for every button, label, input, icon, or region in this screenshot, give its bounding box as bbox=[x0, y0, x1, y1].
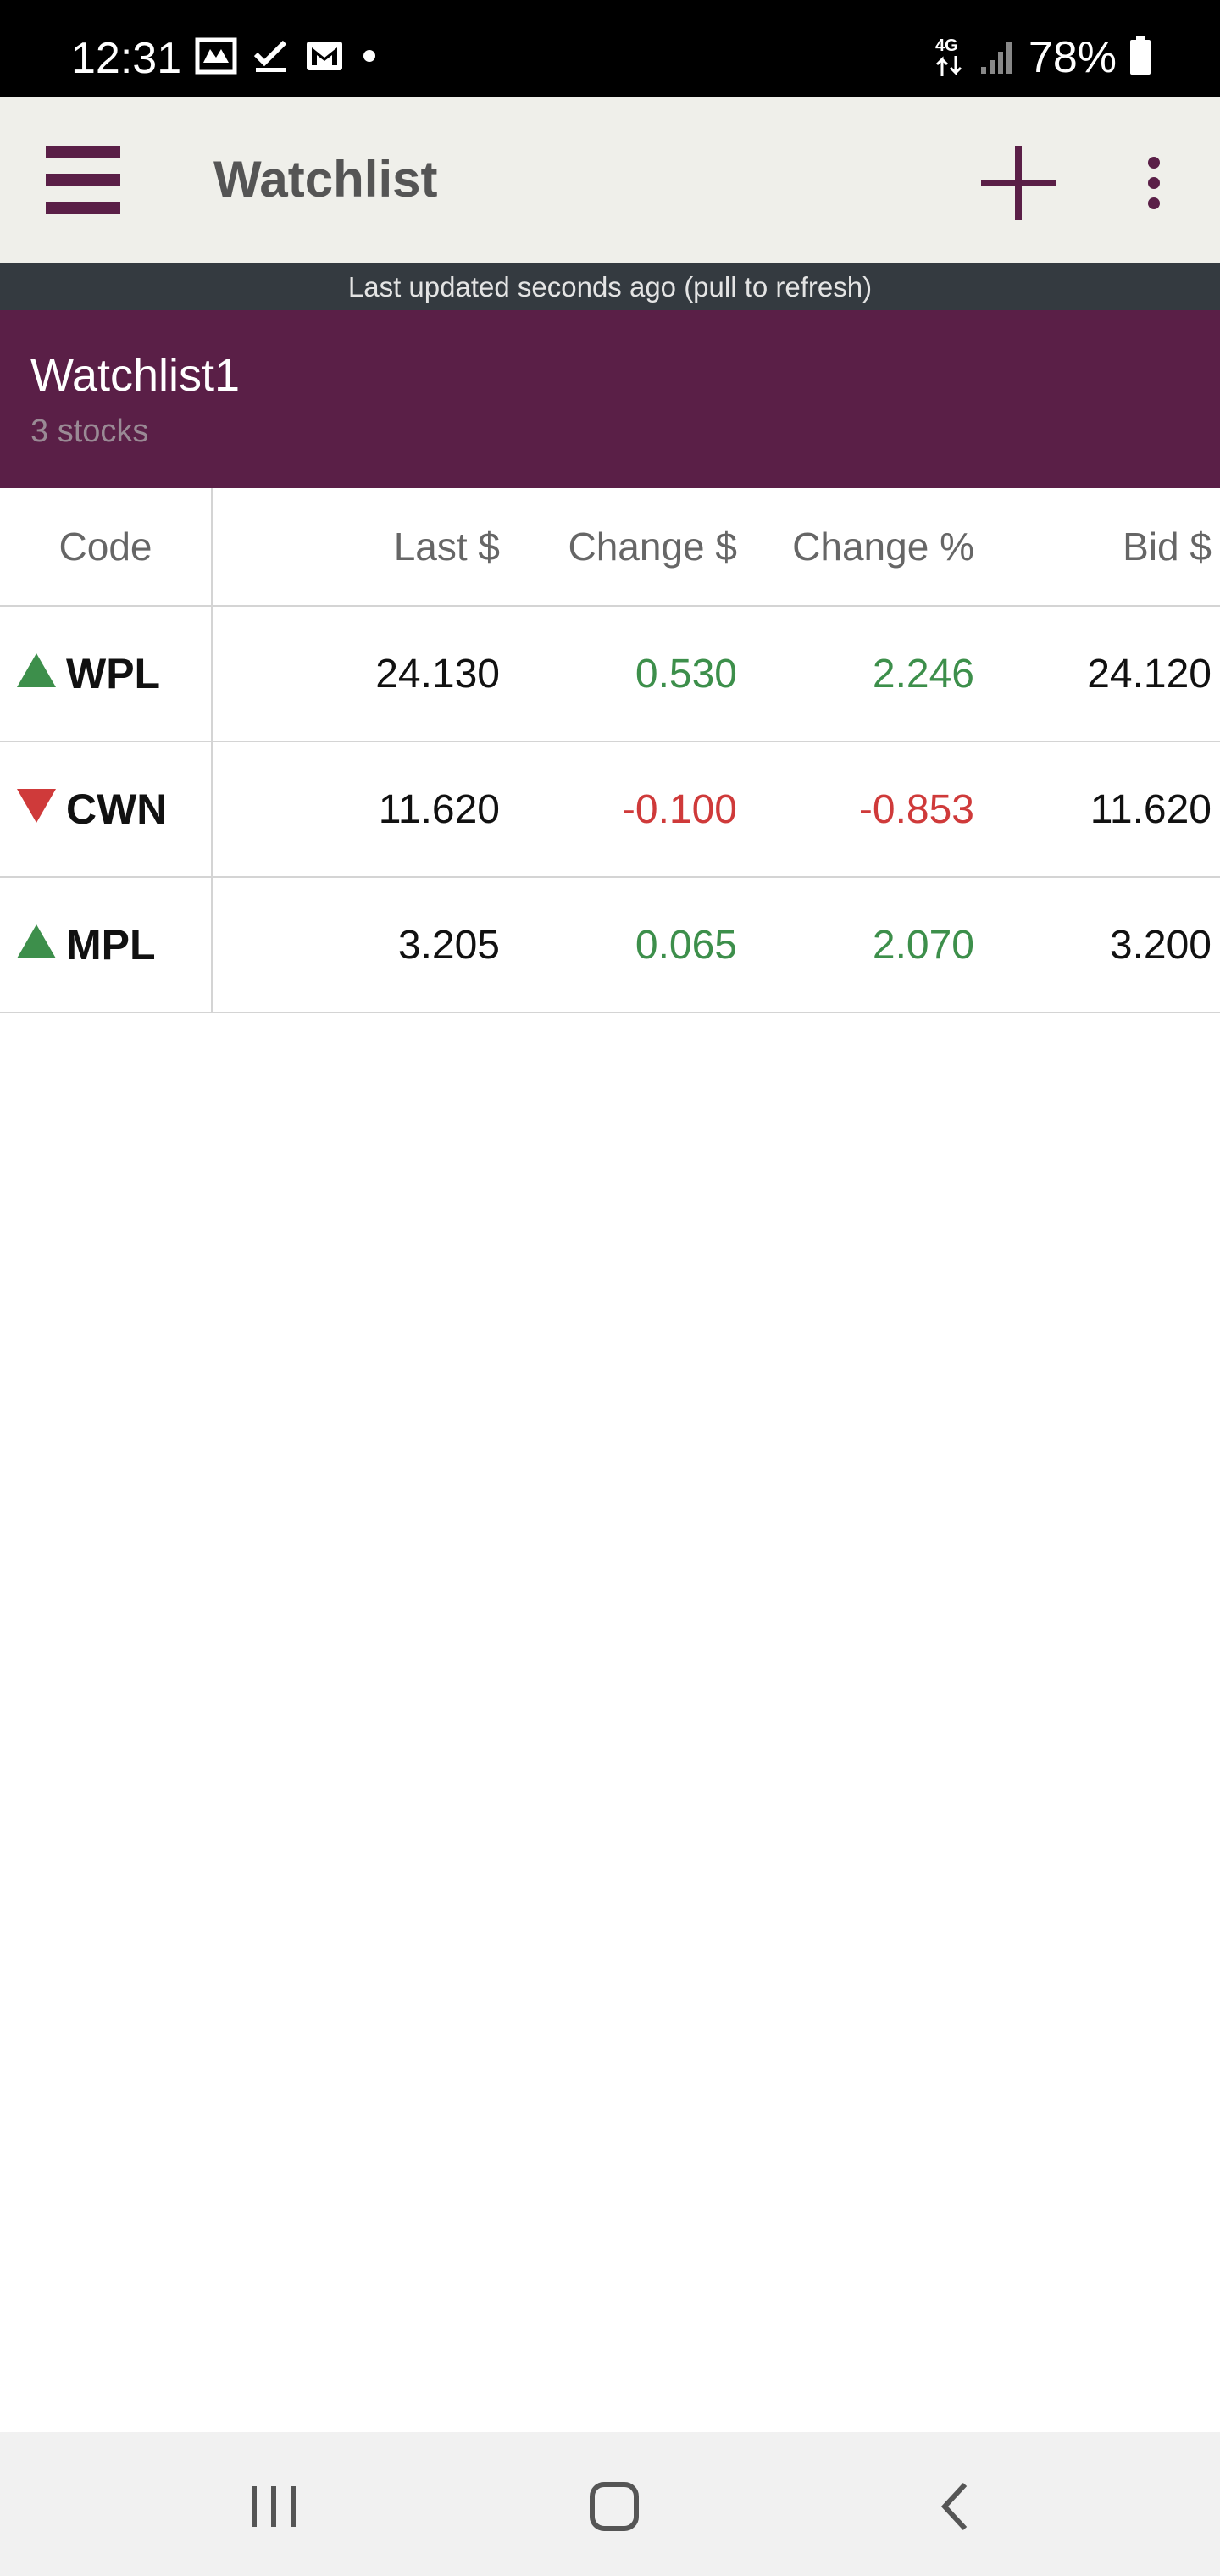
dot-icon bbox=[359, 46, 380, 70]
last-price: 3.205 bbox=[397, 922, 500, 968]
stock-code: WPL bbox=[66, 650, 161, 697]
last-updated-banner: Last updated seconds ago (pull to refres… bbox=[0, 263, 1220, 310]
stock-code: CWN bbox=[66, 786, 168, 833]
battery-icon bbox=[1128, 35, 1152, 80]
app-bar: Watchlist bbox=[0, 97, 1220, 263]
column-header-code[interactable]: Code bbox=[0, 488, 213, 605]
change-percent: 2.246 bbox=[872, 651, 974, 697]
table-row[interactable]: MPL 3.205 0.065 2.070 3.200 bbox=[0, 878, 1220, 1013]
down-arrow-icon bbox=[17, 786, 56, 833]
plus-icon bbox=[981, 146, 1056, 220]
system-nav-bar bbox=[0, 2432, 1220, 2576]
table-header-row: Code Last $ Change $ Change % Bid $ bbox=[0, 488, 1220, 607]
change-value: 0.065 bbox=[635, 922, 737, 968]
change-value: -0.100 bbox=[621, 786, 737, 832]
status-bar: 12:31 4G 78% bbox=[0, 0, 1220, 97]
add-stock-button[interactable] bbox=[974, 139, 1062, 227]
notification-icons bbox=[195, 37, 380, 78]
page-title: Watchlist bbox=[214, 151, 438, 208]
system-icons: 4G 78% bbox=[934, 33, 1152, 82]
home-icon bbox=[590, 2482, 639, 2531]
watchlist-name: Watchlist1 bbox=[30, 350, 241, 401]
change-percent: -0.853 bbox=[858, 786, 974, 832]
stock-code-cell: MPL bbox=[0, 878, 213, 1012]
recent-apps-icon bbox=[252, 2486, 296, 2527]
column-header-last[interactable]: Last $ bbox=[394, 488, 500, 605]
stock-table: Code Last $ Change $ Change % Bid $ WPL … bbox=[0, 488, 1220, 1013]
up-arrow-icon bbox=[17, 651, 56, 697]
last-price: 11.620 bbox=[378, 786, 500, 832]
table-row[interactable]: CWN 11.620 -0.100 -0.853 11.620 bbox=[0, 742, 1220, 878]
last-price: 24.130 bbox=[375, 651, 500, 697]
network-4g-icon: 4G bbox=[934, 34, 968, 82]
battery-percent: 78% bbox=[1028, 33, 1117, 82]
stock-code: MPL bbox=[66, 921, 156, 969]
stock-code-cell: WPL bbox=[0, 607, 213, 741]
column-header-bid[interactable]: Bid $ bbox=[1123, 488, 1212, 605]
stock-code-cell: CWN bbox=[0, 742, 213, 876]
recent-apps-button[interactable] bbox=[227, 2466, 320, 2547]
status-time: 12:31 bbox=[71, 34, 182, 83]
more-vert-icon bbox=[1148, 157, 1160, 209]
back-button[interactable] bbox=[908, 2466, 1001, 2547]
change-percent: 2.070 bbox=[872, 922, 974, 968]
network-label: 4G bbox=[935, 36, 958, 55]
table-row[interactable]: WPL 24.130 0.530 2.246 24.120 bbox=[0, 607, 1220, 742]
watchlist-stock-count: 3 stocks bbox=[30, 414, 149, 449]
column-header-change-percent[interactable]: Change % bbox=[792, 488, 974, 605]
up-arrow-icon bbox=[17, 922, 56, 969]
menu-icon bbox=[46, 146, 120, 214]
gmail-icon bbox=[305, 39, 344, 77]
watchlist-header[interactable]: Watchlist1 3 stocks bbox=[0, 310, 1220, 488]
change-value: 0.530 bbox=[635, 651, 737, 697]
home-button[interactable] bbox=[568, 2466, 661, 2547]
bid-price: 3.200 bbox=[1109, 922, 1212, 968]
bid-price: 24.120 bbox=[1087, 651, 1212, 697]
check-icon bbox=[252, 37, 290, 79]
gallery-icon bbox=[195, 37, 237, 79]
column-header-change[interactable]: Change $ bbox=[568, 488, 738, 605]
bid-price: 11.620 bbox=[1090, 786, 1212, 832]
back-icon bbox=[940, 2482, 968, 2531]
signal-icon bbox=[979, 36, 1017, 80]
more-options-button[interactable] bbox=[1127, 139, 1181, 227]
menu-button[interactable] bbox=[34, 141, 132, 219]
